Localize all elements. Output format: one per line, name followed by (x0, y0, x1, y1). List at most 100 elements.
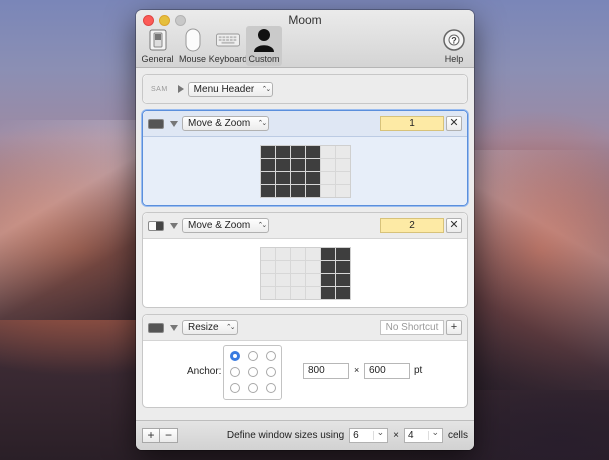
window-title: Moom (288, 13, 322, 27)
disclosure-down-icon[interactable] (170, 222, 178, 229)
grid-cell[interactable] (320, 286, 335, 299)
anchor-radio-middle-right[interactable] (266, 367, 276, 377)
zoom-grid[interactable] (259, 144, 351, 198)
action-type-popup[interactable]: Resize (182, 320, 238, 335)
anchor-radio-top-right[interactable] (266, 351, 276, 361)
grid-cell[interactable] (335, 247, 350, 260)
grid-cell[interactable] (290, 171, 305, 184)
action-row-menu-header[interactable]: SAM Menu Header (142, 74, 468, 104)
drag-handle-icon[interactable] (148, 322, 164, 333)
grid-cell[interactable] (290, 273, 305, 286)
mountain-right (469, 150, 609, 390)
action-row-move-zoom-1[interactable]: Move & Zoom 1 ✕ (142, 110, 468, 206)
toolbar-keyboard[interactable]: Keyboard (209, 26, 247, 66)
toolbar-general[interactable]: General (140, 26, 175, 66)
disclosure-down-icon[interactable] (170, 324, 178, 331)
grid-cell[interactable] (260, 260, 275, 273)
grid-cell[interactable] (290, 260, 305, 273)
grid-cell[interactable] (290, 145, 305, 158)
grid-cell[interactable] (320, 273, 335, 286)
grid-cell[interactable] (275, 286, 290, 299)
action-type-popup[interactable]: Move & Zoom (182, 116, 270, 131)
grid-cell[interactable] (275, 260, 290, 273)
grid-cell[interactable] (305, 184, 320, 197)
remove-action-button[interactable]: − (160, 428, 178, 443)
grid-cell[interactable] (320, 145, 335, 158)
grid-cell[interactable] (275, 145, 290, 158)
action-row-head: Move & Zoom 1 ✕ (143, 111, 467, 137)
grid-cell[interactable] (260, 273, 275, 286)
grid-cell[interactable] (275, 247, 290, 260)
width-field[interactable]: 800 (303, 363, 349, 379)
grid-cell[interactable] (260, 184, 275, 197)
grid-cell[interactable] (275, 171, 290, 184)
action-type-popup[interactable]: Move & Zoom (182, 218, 270, 233)
anchor-radio-top-left[interactable] (230, 351, 240, 361)
grid-cell[interactable] (305, 260, 320, 273)
toolbar-mouse[interactable]: Mouse (175, 26, 210, 66)
drag-handle-icon[interactable] (148, 220, 164, 231)
grid-cell[interactable] (335, 286, 350, 299)
grid-cell[interactable] (260, 247, 275, 260)
add-action-button[interactable]: + (142, 428, 160, 443)
grid-cell[interactable] (305, 145, 320, 158)
anchor-radio-bottom-center[interactable] (248, 383, 258, 393)
add-remove-buttons: + − (142, 428, 178, 443)
grid-cell[interactable] (305, 171, 320, 184)
toolbar-mouse-label: Mouse (178, 54, 206, 64)
grid-cell[interactable] (320, 158, 335, 171)
action-row-resize[interactable]: Resize No Shortcut + Anchor: 800 (142, 314, 468, 408)
grid-cell[interactable] (260, 158, 275, 171)
grid-cell[interactable] (335, 184, 350, 197)
toolbar-help[interactable]: ? Help (438, 26, 470, 66)
grid-columns-combo[interactable]: 6 (349, 426, 389, 443)
clear-shortcut-button[interactable]: ✕ (446, 116, 462, 131)
grid-cell[interactable] (275, 273, 290, 286)
menu-header-tag: SAM (151, 85, 168, 93)
disclosure-down-icon[interactable] (170, 120, 178, 127)
action-row-body: Anchor: 800 × 600 pt (143, 341, 467, 407)
shortcut-field[interactable]: 2 (380, 218, 444, 233)
anchor-radio-middle-left[interactable] (230, 367, 240, 377)
toolbar-custom[interactable]: Custom (246, 26, 282, 66)
clear-shortcut-button[interactable]: ✕ (446, 218, 462, 233)
grid-cell[interactable] (320, 184, 335, 197)
height-field[interactable]: 600 (364, 363, 410, 379)
anchor-radio-bottom-right[interactable] (266, 383, 276, 393)
grid-cell[interactable] (335, 145, 350, 158)
grid-cell[interactable] (305, 247, 320, 260)
grid-cell[interactable] (335, 171, 350, 184)
grid-cell[interactable] (260, 286, 275, 299)
grid-cell[interactable] (260, 145, 275, 158)
grid-cell[interactable] (275, 184, 290, 197)
grid-cell[interactable] (335, 273, 350, 286)
grid-cell[interactable] (320, 260, 335, 273)
zoom-grid[interactable] (259, 246, 351, 300)
grid-rows-combo[interactable]: 4 (403, 426, 443, 443)
grid-cell[interactable] (305, 273, 320, 286)
grid-cell[interactable] (260, 171, 275, 184)
anchor-radio-center[interactable] (248, 367, 258, 377)
grid-cell[interactable] (290, 184, 305, 197)
grid-cell[interactable] (290, 247, 305, 260)
shortcut-field[interactable]: 1 (380, 116, 444, 131)
grid-cell[interactable] (290, 286, 305, 299)
grid-cell[interactable] (290, 158, 305, 171)
grid-cell[interactable] (305, 286, 320, 299)
grid-cell[interactable] (335, 158, 350, 171)
action-row-head: SAM Menu Header (143, 75, 467, 103)
action-row-move-zoom-2[interactable]: Move & Zoom 2 ✕ (142, 212, 468, 308)
action-type-popup[interactable]: Menu Header (187, 81, 274, 97)
shortcut-field[interactable]: No Shortcut (380, 320, 444, 335)
grid-cell[interactable] (320, 171, 335, 184)
anchor-radio-bottom-left[interactable] (230, 383, 240, 393)
person-silhouette-icon (252, 28, 276, 52)
anchor-radio-top-center[interactable] (248, 351, 258, 361)
grid-cell[interactable] (320, 247, 335, 260)
grid-cell[interactable] (305, 158, 320, 171)
grid-cell[interactable] (275, 158, 290, 171)
grid-cell[interactable] (335, 260, 350, 273)
disclosure-right-icon[interactable] (177, 85, 184, 93)
add-shortcut-button[interactable]: + (446, 320, 462, 335)
drag-handle-icon[interactable] (148, 118, 164, 129)
